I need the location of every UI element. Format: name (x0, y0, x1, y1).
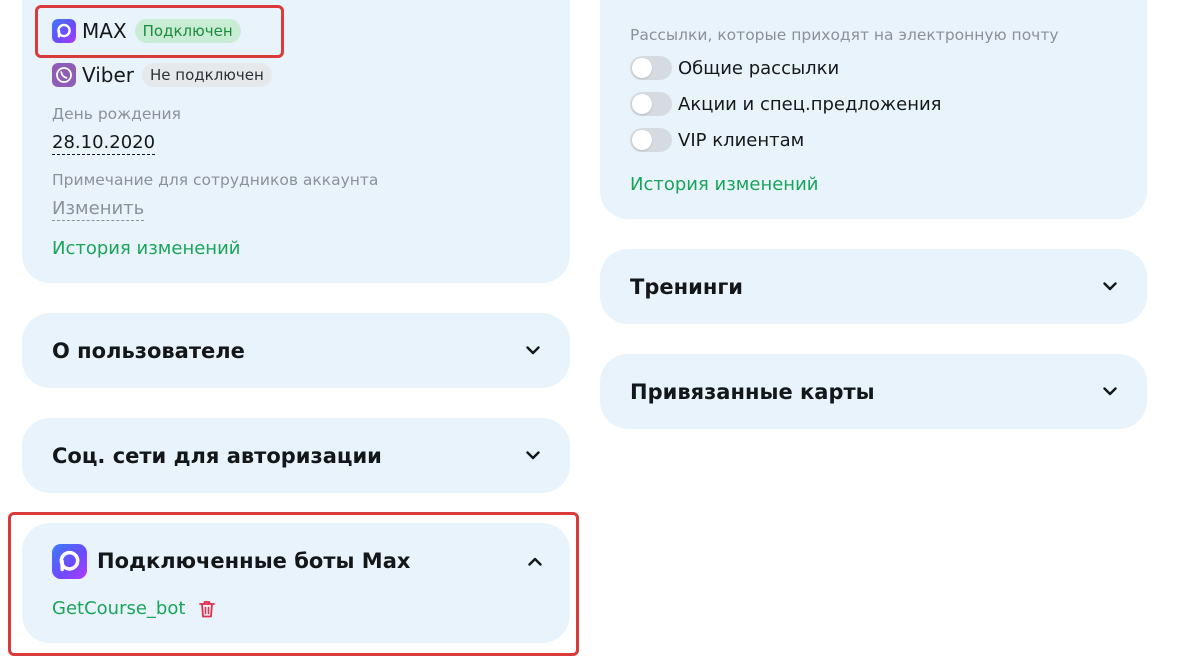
toggle-knob (632, 58, 652, 78)
profile-history-link[interactable]: История изменений (52, 238, 240, 259)
viber-icon (52, 63, 76, 87)
birthday-value[interactable]: 28.10.2020 (52, 132, 156, 155)
highlight-box-bots-panel (8, 512, 579, 656)
chevron-down-icon[interactable] (526, 449, 540, 463)
accordion-title: О пользователе (52, 338, 245, 363)
messenger-name: Viber (82, 63, 135, 87)
toggle-row-promotions[interactable]: Акции и спец.предложения (630, 92, 942, 116)
mailing-history-link[interactable]: История изменений (630, 174, 818, 195)
accordion-title: Соц. сети для авторизации (52, 443, 382, 468)
toggle-row-vip[interactable]: VIP клиентам (630, 128, 804, 152)
toggle-label: Общие рассылки (678, 57, 840, 79)
toggle-knob (632, 130, 652, 150)
toggle-switch[interactable] (630, 128, 672, 152)
accordion-social-auth[interactable]: Соц. сети для авторизации (22, 418, 570, 493)
mailing-label: Рассылки, которые приходят на электронну… (630, 26, 1059, 44)
toggle-label: VIP клиентам (678, 129, 805, 151)
status-badge-disconnected: Не подключен (142, 63, 272, 87)
accordion-linked-cards[interactable]: Привязанные карты (600, 354, 1147, 429)
accordion-trainings[interactable]: Тренинги (600, 249, 1147, 324)
accordion-about-user[interactable]: О пользователе (22, 313, 570, 388)
toggle-switch[interactable] (630, 92, 672, 116)
chevron-down-icon[interactable] (526, 344, 540, 358)
chevron-down-icon[interactable] (1103, 385, 1117, 399)
note-edit-link[interactable]: Изменить (52, 198, 145, 221)
toggle-knob (632, 94, 652, 114)
messenger-row-viber: Viber Не подключен (52, 61, 272, 89)
birthday-label: День рождения (52, 105, 181, 123)
accordion-title: Привязанные карты (630, 379, 875, 404)
chevron-down-icon[interactable] (1103, 280, 1117, 294)
toggle-switch[interactable] (630, 56, 672, 80)
highlight-box-max-status (35, 5, 284, 58)
toggle-label: Акции и спец.предложения (678, 93, 942, 115)
note-label: Примечание для сотрудников аккаунта (52, 171, 379, 189)
accordion-title: Тренинги (630, 274, 744, 299)
toggle-row-general[interactable]: Общие рассылки (630, 56, 839, 80)
